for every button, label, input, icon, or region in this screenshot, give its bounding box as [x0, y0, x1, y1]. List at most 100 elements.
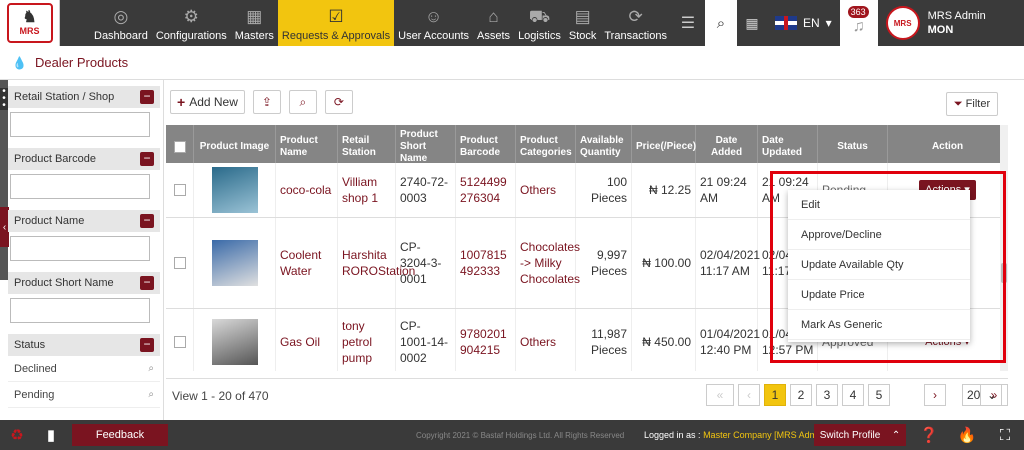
apps-grid-icon[interactable]: ▦ [737, 0, 767, 46]
nav-masters[interactable]: ▦ Masters [231, 0, 278, 46]
filter-head-product-name[interactable]: Product Name − [8, 210, 160, 232]
logo[interactable]: ♞ MRS [0, 0, 60, 46]
language-selector[interactable]: EN ▾ [767, 0, 840, 46]
product-thumbnail[interactable] [211, 318, 258, 365]
nav-assets[interactable]: ⌂ Assets [473, 0, 514, 46]
export-icon: ⇪ [261, 95, 272, 109]
select-all-checkbox[interactable] [173, 141, 186, 153]
hamburger-icon[interactable]: ☰ [675, 0, 701, 46]
add-new-button[interactable]: + Add New [170, 90, 245, 114]
filter-head-product-short-name[interactable]: Product Short Name − [8, 272, 160, 294]
nav-stock[interactable]: ▤ Stock [565, 0, 601, 46]
notification-button[interactable]: 363 ♫ [839, 0, 878, 46]
search-icon: ⌕ [148, 363, 154, 374]
minus-icon[interactable]: − [140, 214, 154, 228]
product-thumbnail[interactable] [211, 240, 258, 286]
row-checkbox[interactable] [173, 257, 186, 269]
cell-category[interactable]: Chocolates -> Milky Chocolates [516, 218, 580, 308]
product-name-input[interactable] [10, 236, 150, 261]
filter-label: Product Name [14, 215, 85, 227]
cell-station[interactable]: Harshita ROROStation [338, 218, 415, 308]
minus-icon[interactable]: − [140, 276, 154, 290]
station-text: Villiam shop 1 [342, 175, 379, 205]
cell-station[interactable]: tony petrol pump [338, 309, 396, 371]
fullscreen-icon[interactable]: ⛶ [988, 420, 1022, 450]
plus-icon: + [177, 94, 186, 110]
category-text: Chocolates -> Milky Chocolates [520, 240, 581, 286]
status-option-pending[interactable]: Pending ⌕ [8, 382, 160, 408]
user-name: MRS Admin [927, 10, 986, 22]
nav-user-accounts[interactable]: ☺ User Accounts [394, 0, 473, 46]
row-checkbox[interactable] [173, 335, 186, 348]
barcode-text: 1007815 492333 [460, 248, 507, 278]
user-menu[interactable]: MRS MRS Admin MON [878, 0, 997, 46]
refresh-button[interactable]: ⟳ [324, 90, 353, 114]
page-3-button[interactable]: 3 [816, 384, 838, 406]
filter-head-status[interactable]: Status − [8, 334, 160, 356]
caret-down-icon: ▾ [825, 16, 832, 30]
export-button[interactable]: ⇪ [252, 90, 281, 114]
qty-text: 9,997 Pieces [590, 248, 627, 278]
building-icon: ▦ [246, 7, 263, 26]
nav-transactions[interactable]: ⟳ Transactions [600, 0, 671, 46]
page-1-button[interactable]: 1 [764, 384, 786, 406]
drag-handle-icon[interactable]: • • • [0, 87, 8, 111]
cell-name[interactable]: Coolent Water [276, 218, 338, 308]
cell-category[interactable]: Others [516, 163, 576, 217]
minus-icon[interactable]: − [140, 152, 154, 166]
filter-label: Retail Station / Shop [14, 91, 115, 103]
feedback-button[interactable]: Feedback [72, 424, 168, 446]
cell-barcode[interactable]: 1007815 492333 [456, 218, 516, 308]
page-2-button[interactable]: 2 [790, 384, 812, 406]
cell-qty: 100 Pieces [576, 163, 632, 217]
cell-name[interactable]: Gas Oil [276, 309, 338, 371]
cell-price: ₦ 100.00 [632, 218, 696, 308]
cell-qty: 11,987 Pieces [576, 309, 632, 371]
qty-text: 100 Pieces [590, 175, 627, 205]
product-barcode-input[interactable] [10, 174, 150, 199]
top-navbar: ♞ MRS ◎ Dashboard ⚙ Configurations ▦ Masters ☑… [0, 0, 1024, 46]
search-icon: ⌕ [299, 94, 307, 109]
cell-short: 2740-72-0003 [396, 163, 456, 217]
first-page-button[interactable]: « [706, 384, 734, 406]
filter-head-product-barcode[interactable]: Product Barcode − [8, 148, 160, 170]
cell-name[interactable]: coco-cola [276, 163, 338, 217]
filter-label: Filter [965, 98, 991, 110]
cell-category[interactable]: Others [516, 309, 576, 371]
nav-logistics[interactable]: ⛟ Logistics [514, 0, 565, 46]
prev-page-button[interactable]: ‹ [738, 384, 760, 406]
cell-station[interactable]: Villiam shop 1 [338, 163, 396, 217]
help-icon[interactable]: ❓ [912, 420, 946, 450]
nav-dashboard[interactable]: ◎ Dashboard [90, 0, 152, 46]
page-size-select[interactable]: 20 ⌄ [962, 384, 1002, 406]
row-select-cell [166, 309, 194, 371]
search-button[interactable]: ⌕ [288, 90, 317, 114]
recycle-icon[interactable]: ♻ [0, 420, 34, 450]
name-text: coco-cola [280, 183, 332, 197]
page-5-button[interactable]: 5 [868, 384, 890, 406]
cell-barcode[interactable]: 5124499 276304 [456, 163, 516, 217]
next-page-button[interactable]: › [924, 384, 946, 406]
page-4-button[interactable]: 4 [842, 384, 864, 406]
fire-icon[interactable]: 🔥 [950, 420, 984, 450]
product-short-name-input[interactable] [10, 298, 150, 323]
product-thumbnail[interactable] [211, 167, 258, 213]
search-icon[interactable]: ⌕ [704, 0, 737, 46]
minus-icon[interactable]: − [140, 338, 154, 352]
cell-barcode[interactable]: 9780201 904215 [456, 309, 516, 371]
name-text: Coolent Water [280, 248, 322, 278]
switch-profile-button[interactable]: Switch Profile ⌃ [814, 424, 906, 446]
nav-label: Configurations [155, 30, 227, 42]
cell-price: ₦ 12.25 [632, 163, 696, 217]
status-option-declined[interactable]: Declined ⌕ [8, 356, 160, 382]
language-label: EN [802, 16, 820, 30]
retail-station-input[interactable] [10, 112, 150, 137]
minus-icon[interactable]: − [140, 90, 154, 104]
filter-button[interactable]: ⏷ Filter [946, 92, 998, 116]
filter-head-retail-station[interactable]: Retail Station / Shop − [8, 86, 160, 108]
row-checkbox[interactable] [173, 184, 186, 196]
user-role: MON [927, 24, 954, 36]
nav-requests-approvals[interactable]: ☑ Requests & Approvals [277, 0, 395, 46]
bookmark-icon[interactable]: ▮ [34, 420, 68, 450]
nav-configurations[interactable]: ⚙ Configurations [152, 0, 231, 46]
